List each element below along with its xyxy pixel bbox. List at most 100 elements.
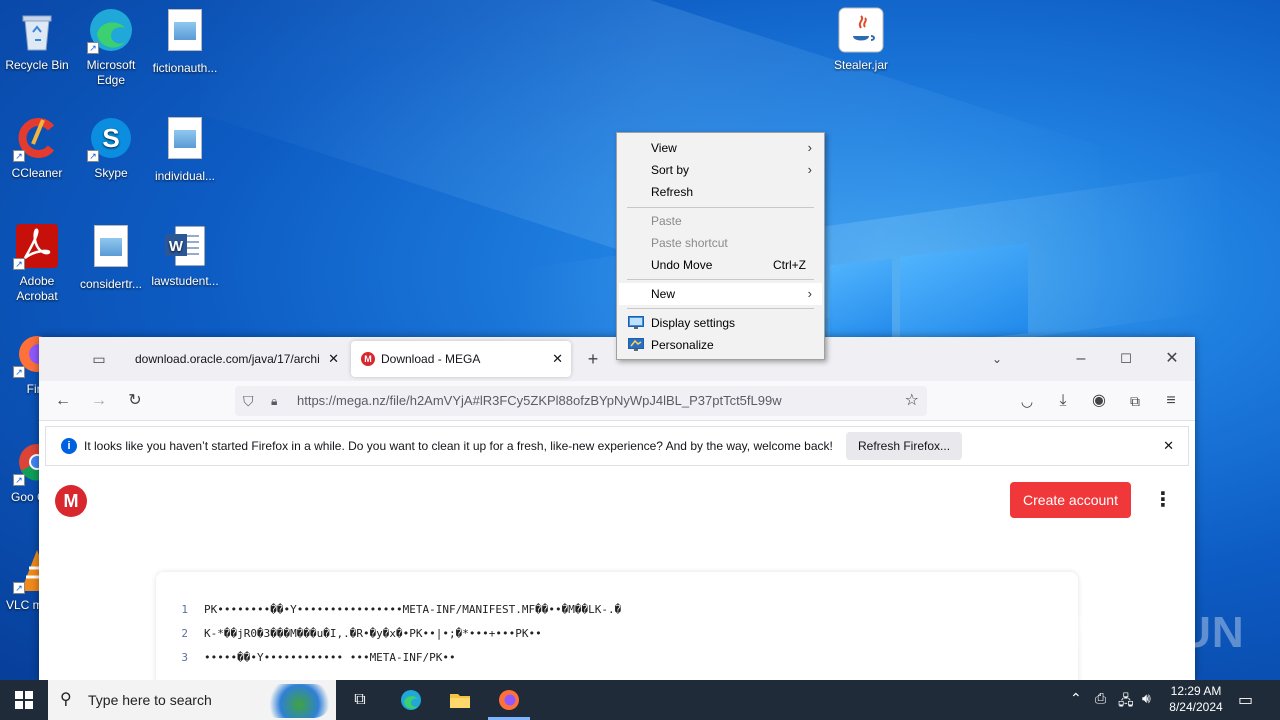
- refresh-firefox-notification: i It looks like you haven’t started Fire…: [45, 426, 1189, 466]
- forward-button[interactable]: →: [87, 389, 111, 413]
- more-options-icon[interactable]: ⋮: [1151, 489, 1175, 513]
- menu-separator: [627, 207, 814, 208]
- edge-icon: ↗: [87, 6, 135, 54]
- bookmark-star-icon[interactable]: ☆: [905, 386, 919, 416]
- windows-logo-pane-1: [830, 258, 892, 344]
- task-view-icon[interactable]: ⧉: [348, 688, 372, 712]
- icon-label: CCleaner: [11, 166, 63, 180]
- show-hidden-icons[interactable]: ⌃: [1070, 690, 1082, 707]
- taskbar-firefox-icon[interactable]: [497, 688, 521, 712]
- icon-label: individual...: [154, 169, 216, 183]
- url-bar[interactable]: ⛉ 🔒︎ https://mega.nz/file/h2AmVYjA#lR3FC…: [235, 386, 927, 416]
- desktop-context-menu: View › Sort by › Refresh Paste Paste short…: [616, 132, 825, 360]
- taskbar: ⚲ Type here to search ⧉ ⌃ ⎙ 🖧︎ 🔊︎ 12:29 …: [0, 680, 1280, 720]
- menu-item-view[interactable]: View ›: [619, 137, 822, 159]
- file-preview-card: 1 PK••••••••��•Y••••••••••••••••META-INF/…: [156, 572, 1078, 680]
- windows-logo-icon: [15, 691, 33, 709]
- menu-item-undo-move[interactable]: Undo Move Ctrl+Z: [619, 254, 822, 276]
- clock[interactable]: 12:29 AM 8/24/2024: [1164, 684, 1228, 714]
- skype-icon: S ↗: [87, 114, 135, 162]
- image-file-icon: [161, 9, 209, 57]
- desktop-icon-stealer-jar[interactable]: Stealer.jar: [824, 6, 898, 73]
- svg-text:W: W: [169, 238, 184, 255]
- notifications-icon[interactable]: ▭: [1238, 690, 1253, 710]
- chevron-right-icon: ›: [807, 140, 812, 155]
- recycle-bin-icon: [13, 6, 61, 54]
- menu-item-sort-by[interactable]: Sort by ›: [619, 159, 822, 181]
- extensions-icon[interactable]: ⧉: [1123, 389, 1147, 413]
- mega-favicon: M: [361, 352, 375, 366]
- reload-button[interactable]: ↻: [123, 389, 147, 413]
- code-line: 2 K-*��jR0�3���M���u�I,.�R•�y�x�•PK••|•;�…: [181, 627, 542, 640]
- pocket-icon[interactable]: ◡: [1015, 389, 1039, 413]
- image-file-icon: [161, 117, 209, 165]
- start-button[interactable]: [0, 680, 48, 720]
- account-icon[interactable]: ◉: [1087, 389, 1111, 413]
- lock-icon[interactable]: 🔒︎: [271, 386, 277, 416]
- menu-item-new[interactable]: New ›: [619, 283, 822, 305]
- code-line: 1 PK••••••••��•Y••••••••••••••••META-INF/…: [181, 603, 622, 616]
- create-account-button[interactable]: Create account: [1010, 482, 1131, 518]
- notification-text: It looks like you haven’t started Firefo…: [84, 439, 833, 453]
- firefox-view-icon[interactable]: ▭: [87, 347, 111, 371]
- close-icon[interactable]: ✕: [552, 341, 563, 377]
- tab-mega-download[interactable]: M Download - MEGA ✕: [351, 341, 571, 377]
- menu-separator: [627, 279, 814, 280]
- icon-label: fictionauth...: [152, 61, 218, 75]
- windows-logo-pane-2: [900, 243, 1028, 347]
- personalize-icon: [628, 338, 644, 351]
- search-placeholder: Type here to search: [88, 692, 212, 708]
- desktop-icon-recycle-bin[interactable]: Recycle Bin: [0, 6, 74, 73]
- chevron-right-icon: ›: [807, 286, 812, 301]
- desktop-icon-acrobat[interactable]: ↗ Adobe Acrobat: [0, 222, 74, 304]
- code-line: 3 •••••��•Y•••••••••••• •••META-INF/PK••: [181, 651, 456, 664]
- downloads-icon[interactable]: ⤓: [1051, 389, 1075, 413]
- icon-label: Recycle Bin: [5, 58, 69, 72]
- taskbar-file-explorer-icon[interactable]: [448, 688, 472, 712]
- mega-logo[interactable]: M: [55, 485, 87, 517]
- menu-item-refresh[interactable]: Refresh: [619, 181, 822, 203]
- info-icon: i: [61, 438, 77, 454]
- icon-label: Microsoft Edge: [86, 58, 136, 87]
- firefox-window: ▭ download.oracle.com/java/17/archi ✕ M …: [39, 337, 1195, 680]
- list-all-tabs-icon[interactable]: ⌄: [985, 347, 1009, 371]
- icon-label: Adobe Acrobat: [16, 274, 58, 303]
- menu-hamburger-icon[interactable]: ≡: [1159, 389, 1183, 413]
- icon-label: lawstudent...: [151, 274, 219, 288]
- desktop-icon-individual[interactable]: individual...: [148, 114, 222, 184]
- display-settings-icon: [628, 316, 644, 329]
- new-tab-button[interactable]: +: [581, 347, 605, 371]
- desktop-icon-fictionauth[interactable]: fictionauth...: [148, 6, 222, 76]
- desktop-icon-lawstudent[interactable]: W lawstudent...: [148, 222, 222, 289]
- refresh-firefox-button[interactable]: Refresh Firefox...: [846, 432, 963, 460]
- back-button[interactable]: ←: [51, 389, 75, 413]
- menu-item-paste-shortcut: Paste shortcut: [651, 236, 728, 250]
- shortcut-hint: Ctrl+Z: [773, 258, 806, 272]
- menu-item-personalize[interactable]: Personalize: [619, 334, 822, 356]
- close-icon[interactable]: ✕: [1163, 427, 1174, 465]
- word-icon: W: [161, 222, 209, 270]
- java-icon: [837, 6, 885, 54]
- network-icon[interactable]: 🖧︎: [1118, 690, 1134, 714]
- icon-label: Skype: [94, 166, 128, 180]
- desktop-icon-skype[interactable]: S ↗ Skype: [74, 114, 148, 181]
- taskbar-search-box[interactable]: ⚲ Type here to search: [48, 680, 336, 720]
- tab-oracle-download[interactable]: download.oracle.com/java/17/archi ✕: [127, 341, 347, 377]
- maximize-button[interactable]: ☐: [1114, 347, 1138, 371]
- close-icon[interactable]: ✕: [328, 341, 339, 377]
- volume-icon[interactable]: 🔊︎: [1142, 690, 1151, 707]
- url-text: https://mega.nz/file/h2AmVYjA#lR3FCy5ZKP…: [297, 393, 782, 408]
- search-icon: ⚲: [60, 691, 72, 708]
- meet-now-icon[interactable]: ⎙: [1095, 690, 1106, 707]
- taskbar-edge-icon[interactable]: [399, 688, 423, 712]
- desktop-icon-ccleaner[interactable]: ↗ CCleaner: [0, 114, 74, 181]
- close-window-button[interactable]: ✕: [1160, 347, 1184, 371]
- desktop-icon-edge[interactable]: ↗ Microsoft Edge: [74, 6, 148, 88]
- menu-separator: [627, 308, 814, 309]
- svg-text:S: S: [102, 123, 119, 153]
- anyrun-watermark: ANY RUN: [1038, 608, 1245, 657]
- minimize-button[interactable]: –: [1069, 347, 1093, 371]
- desktop-icon-considertr[interactable]: considertr...: [74, 222, 148, 292]
- menu-item-display-settings[interactable]: Display settings: [619, 312, 822, 334]
- shield-icon[interactable]: ⛉: [243, 386, 254, 416]
